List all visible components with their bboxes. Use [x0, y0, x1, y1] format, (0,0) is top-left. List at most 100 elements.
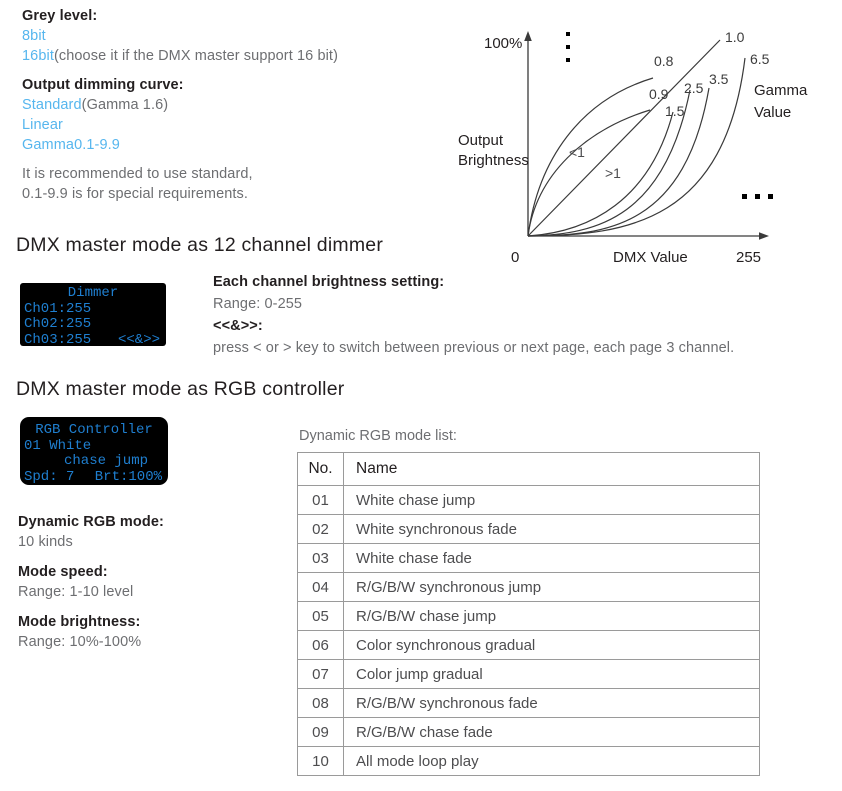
x-axis-title: DMX Value — [613, 249, 688, 266]
mode-no: 08 — [297, 688, 344, 718]
table-row: 08 R/G/B/W synchronous fade — [297, 688, 760, 718]
rgb-lcd-speed-brightness-row: Spd: 7 Brt:100% — [20, 468, 168, 486]
y-axis-title-line2: Brightness — [458, 152, 529, 169]
dimmer-desc-heading: Each channel brightness setting: — [213, 274, 445, 290]
table-row: 10 All mode loop play — [297, 746, 760, 776]
dimmer-desc-heading-line: Each channel brightness setting: — [213, 271, 833, 293]
mode-table-head: No. Name — [297, 452, 760, 486]
mode-no: 10 — [297, 746, 344, 776]
table-row: 02 White synchronous fade — [297, 514, 760, 544]
table-header-row: No. Name — [297, 452, 760, 486]
mode-name: White synchronous fade — [343, 514, 760, 544]
dimmer-desc-keys-heading-line: <<&>>: — [213, 315, 833, 337]
legend-title-line1: Gamma — [754, 82, 808, 99]
rgb-lcd-mode-number-name: 01 White — [24, 437, 92, 454]
horizontal-ellipsis-icon — [742, 194, 773, 199]
mode-name: R/G/B/W chase jump — [343, 601, 760, 631]
section-heading-dimmer: DMX master mode as 12 channel dimmer — [16, 234, 384, 256]
rgb-param-mode-speed-value: Range: 1-10 level — [18, 584, 134, 600]
rgb-param-1-heading-line: Mode speed: — [18, 562, 268, 582]
mode-table-body: 01 White chase jump 02 White synchronous… — [297, 485, 760, 776]
rgb-param-2-heading-line: Mode brightness: — [18, 612, 268, 632]
dimming-curve-option-linear[interactable]: Linear — [22, 117, 63, 133]
rgb-param-mode-brightness-heading: Mode brightness: — [18, 614, 141, 630]
curve-gamma-1-0 — [527, 39, 721, 237]
manual-page: Grey level: 8bit 16bit(choose it if the … — [0, 0, 842, 791]
curve-label-0-8: 0.8 — [654, 53, 674, 69]
mode-name: R/G/B/W synchronous jump — [343, 572, 760, 602]
y-axis-max-label: 100% — [484, 35, 522, 52]
dimming-curve-option-standard[interactable]: Standard — [22, 97, 82, 113]
recommendation-line-1: It is recommended to use standard, — [22, 166, 253, 182]
dimming-curve-heading-line: Output dimming curve: — [22, 75, 442, 95]
mode-name: White chase jump — [343, 485, 760, 515]
y-axis-title-line1: Output — [458, 132, 504, 149]
curve-label-0-9: 0.9 — [649, 86, 669, 102]
mode-name: All mode loop play — [343, 746, 760, 776]
grey-level-option-8bit[interactable]: 8bit — [22, 28, 46, 44]
mode-no: 06 — [297, 630, 344, 660]
table-row: 04 R/G/B/W synchronous jump — [297, 572, 760, 602]
rgb-param-mode-speed-heading: Mode speed: — [18, 564, 108, 580]
table-row: 07 Color jump gradual — [297, 659, 760, 689]
x-axis-max-label: 255 — [736, 249, 761, 266]
dimmer-lcd-channel-2: Ch02:255 — [24, 316, 92, 332]
recommendation-line-2: 0.1-9.9 is for special requirements. — [22, 186, 249, 202]
table-row: 03 White chase fade — [297, 543, 760, 573]
vertical-ellipsis-icon — [566, 32, 570, 62]
table-row: 09 R/G/B/W chase fade — [297, 717, 760, 747]
curve-gamma-0-8 — [527, 77, 654, 237]
rgb-lcd-brightness: Brt:100% — [94, 468, 162, 485]
rgb-parameters-block: Dynamic RGB mode: 10 kinds Mode speed: R… — [18, 512, 268, 652]
y-axis-arrow — [524, 31, 532, 41]
dimming-curve-option-gamma[interactable]: Gamma0.1-9.9 — [22, 137, 120, 153]
mode-name: Color jump gradual — [343, 659, 760, 689]
rgb-lcd-title: RGB Controller — [35, 422, 153, 438]
legend-title-line2: Value — [754, 104, 791, 121]
rgb-param-1-value-line: Range: 1-10 level — [18, 582, 268, 602]
mode-no: 02 — [297, 514, 344, 544]
dimming-curve-heading: Output dimming curve: — [22, 77, 184, 93]
x-axis-arrow — [759, 232, 769, 240]
grey-level-note: (choose it if the DMX master support 16 … — [53, 48, 338, 64]
mode-no: 01 — [297, 485, 344, 515]
recommendation-line-2-wrap: 0.1-9.9 is for special requirements. — [22, 184, 442, 204]
mode-no: 04 — [297, 572, 344, 602]
dimmer-lcd-title: Dimmer — [67, 285, 119, 301]
rgb-lcd-speed: Spd: 7 — [24, 468, 75, 485]
dimming-curve-standard-note: (Gamma 1.6) — [81, 97, 169, 113]
specification-block: Grey level: 8bit 16bit(choose it if the … — [22, 6, 442, 204]
rgb-lcd-display: RGB Controller 01 White chase jump Spd: … — [20, 417, 168, 485]
curve-label-3-5: 3.5 — [709, 71, 729, 87]
grey-level-option-16bit-line: 16bit(choose it if the DMX master suppor… — [22, 46, 442, 66]
dynamic-rgb-mode-table: No. Name 01 White chase jump 02 White sy… — [297, 452, 760, 776]
dimmer-desc-keys-heading: <<&>>: — [213, 318, 263, 334]
curve-label-1-0: 1.0 — [725, 29, 745, 45]
mode-name: Color synchronous gradual — [343, 630, 760, 660]
curve-label-2-5: 2.5 — [684, 80, 704, 96]
curve-label-6-5: 6.5 — [750, 51, 770, 67]
dimmer-desc-keys-note: press < or > key to switch between previ… — [213, 340, 735, 356]
curve-gamma-1-5 — [527, 111, 674, 237]
dimmer-desc-keys-note-line: press < or > key to switch between previ… — [213, 337, 833, 359]
rgb-param-0-heading-line: Dynamic RGB mode: — [18, 512, 268, 532]
mode-name: R/G/B/W chase fade — [343, 717, 760, 747]
rgb-param-0-value-line: 10 kinds — [18, 532, 268, 552]
grey-level-heading: Grey level: — [22, 8, 98, 24]
column-header-no: No. — [297, 452, 344, 486]
recommendation-line-1-wrap: It is recommended to use standard, — [22, 164, 442, 184]
rgb-lcd-mode-name-cont: chase jump — [64, 453, 149, 469]
mode-no: 07 — [297, 659, 344, 689]
dimmer-description-block: Each channel brightness setting: Range: … — [213, 271, 833, 359]
grey-level-option-16bit[interactable]: 16bit — [22, 48, 54, 64]
gamma-curve-chart: 100% Output Brightness 0 DMX Value 255 0… — [450, 0, 842, 278]
annotation-greater-than-one: >1 — [605, 165, 621, 181]
dimmer-lcd-channel-3: Ch03:255 — [24, 331, 92, 346]
x-axis-min-label: 0 — [511, 249, 519, 266]
mode-no: 03 — [297, 543, 344, 573]
mode-no: 05 — [297, 601, 344, 631]
dimmer-desc-range-line: Range: 0-255 — [213, 293, 833, 315]
